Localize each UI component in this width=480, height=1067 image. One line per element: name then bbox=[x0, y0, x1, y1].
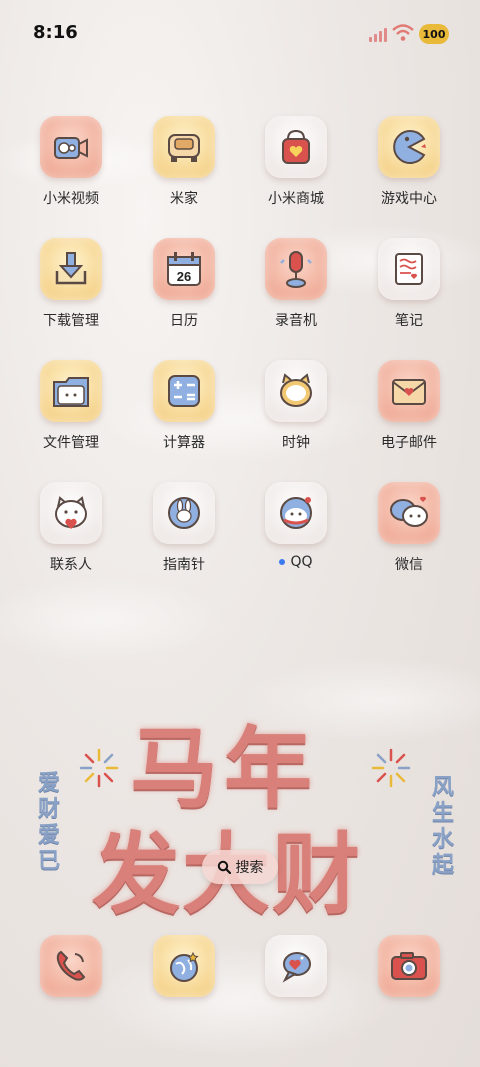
app-game-center[interactable]: 游戏中心 bbox=[354, 116, 464, 208]
dock-camera[interactable] bbox=[378, 935, 440, 997]
app-contacts[interactable]: 联系人 bbox=[16, 482, 126, 574]
search-icon bbox=[217, 860, 231, 874]
calculator-icon bbox=[153, 360, 215, 422]
wifi-icon bbox=[392, 24, 414, 41]
microphone-icon bbox=[265, 238, 327, 300]
app-label: 小米视频 bbox=[43, 191, 99, 207]
app-wechat[interactable]: 微信 bbox=[354, 482, 464, 574]
mail-icon bbox=[378, 360, 440, 422]
calendar-icon: 26 bbox=[153, 238, 215, 300]
toaster-icon bbox=[153, 116, 215, 178]
app-downloads[interactable]: 下载管理 bbox=[16, 238, 126, 330]
search-label: 搜索 bbox=[235, 860, 264, 876]
app-label: 日历 bbox=[170, 313, 198, 329]
app-clock[interactable]: 时钟 bbox=[241, 360, 351, 452]
pacman-icon bbox=[378, 116, 440, 178]
vertical-slogan-left: 爱财爱已 bbox=[37, 770, 60, 874]
app-label: 米家 bbox=[170, 191, 198, 207]
app-email[interactable]: 电子邮件 bbox=[354, 360, 464, 452]
contacts-cat-icon bbox=[40, 482, 102, 544]
calendar-day: 26 bbox=[177, 269, 191, 284]
app-qq[interactable]: QQ bbox=[241, 482, 351, 570]
app-label: 文件管理 bbox=[43, 435, 99, 451]
app-mi-store[interactable]: 小米商城 bbox=[241, 116, 351, 208]
app-compass[interactable]: 指南针 bbox=[129, 482, 239, 574]
greeting-line-1: 马年 bbox=[130, 716, 319, 820]
app-label: 小米商城 bbox=[268, 191, 324, 207]
app-label: 游戏中心 bbox=[381, 191, 437, 207]
app-file-manager[interactable]: 文件管理 bbox=[16, 360, 126, 452]
app-recorder[interactable]: 录音机 bbox=[241, 238, 351, 330]
qq-penguin-icon bbox=[265, 482, 327, 544]
app-calendar[interactable]: 26 日历 bbox=[129, 238, 239, 330]
app-label: 电子邮件 bbox=[381, 435, 437, 451]
compass-bunny-icon bbox=[153, 482, 215, 544]
app-label: 时钟 bbox=[282, 435, 310, 451]
search-button[interactable]: 搜索 bbox=[202, 850, 278, 884]
app-mi-video[interactable]: 小米视频 bbox=[16, 116, 126, 208]
wechat-icon bbox=[378, 482, 440, 544]
download-icon bbox=[40, 238, 102, 300]
dock-phone[interactable] bbox=[40, 935, 102, 997]
app-calculator[interactable]: 计算器 bbox=[129, 360, 239, 452]
status-time: 8:16 bbox=[33, 22, 78, 43]
clock-icon bbox=[265, 360, 327, 422]
app-label: 下载管理 bbox=[43, 313, 99, 329]
folder-icon bbox=[40, 360, 102, 422]
firework-left-icon bbox=[79, 748, 119, 788]
phone-icon bbox=[40, 935, 102, 997]
shopping-bag-icon bbox=[265, 116, 327, 178]
app-label: 微信 bbox=[395, 557, 423, 573]
app-label: 笔记 bbox=[395, 313, 423, 329]
app-mijia[interactable]: 米家 bbox=[129, 116, 239, 208]
app-label: QQ bbox=[241, 554, 351, 570]
app-label: 录音机 bbox=[275, 313, 317, 329]
app-label: 联系人 bbox=[50, 557, 92, 573]
signal-icon bbox=[369, 26, 387, 42]
dock-browser[interactable] bbox=[153, 935, 215, 997]
messages-icon bbox=[265, 935, 327, 997]
app-label: 指南针 bbox=[163, 557, 205, 573]
firework-right-icon bbox=[371, 748, 411, 788]
vertical-slogan-right: 风生水起 bbox=[431, 774, 454, 878]
new-notification-dot bbox=[279, 559, 286, 565]
video-camera-icon bbox=[40, 116, 102, 178]
camera-icon bbox=[378, 935, 440, 997]
battery-indicator: 100 bbox=[419, 24, 449, 44]
status-bar: 8:16 100 bbox=[0, 0, 480, 70]
dock-messages[interactable] bbox=[265, 935, 327, 997]
browser-globe-icon bbox=[153, 935, 215, 997]
app-notes[interactable]: 笔记 bbox=[354, 238, 464, 330]
note-icon bbox=[378, 238, 440, 300]
app-label: 计算器 bbox=[163, 435, 205, 451]
